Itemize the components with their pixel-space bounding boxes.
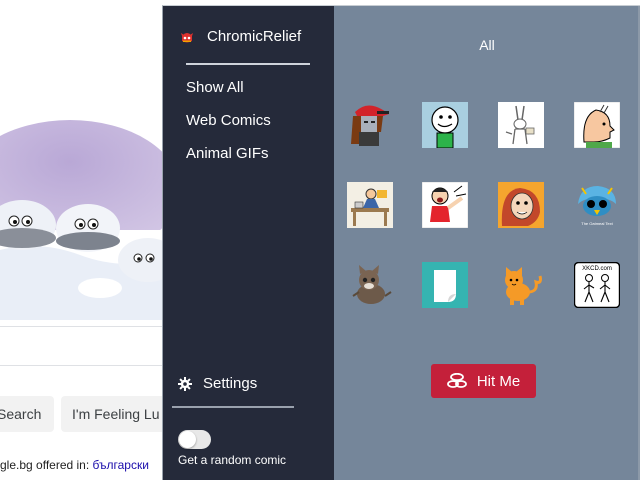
- gear-icon: [178, 376, 192, 391]
- language-link[interactable]: български: [93, 458, 149, 472]
- feeling-lucky-label: I'm Feeling Lu: [72, 406, 160, 422]
- google-search-button[interactable]: Search: [0, 396, 54, 432]
- offered-in-text: gle.bg offered in: български: [0, 458, 149, 472]
- oatmeal-caption: The Oatmeal Text: [581, 221, 613, 226]
- page-title: All: [479, 37, 495, 53]
- brand-logo-icon: [181, 32, 193, 42]
- red-hair-girl-icon: [498, 182, 544, 228]
- toggle-knob: [179, 431, 196, 448]
- desk-scene-icon: [347, 182, 393, 228]
- comic-orange-cat[interactable]: [498, 262, 544, 308]
- random-comic-toggle[interactable]: [178, 430, 211, 449]
- comic-teal-page[interactable]: [422, 262, 468, 308]
- brand-divider: [186, 63, 310, 65]
- comic-bunny-sketch[interactable]: [498, 102, 544, 148]
- nav-item-animal-gifs[interactable]: Animal GIFs: [186, 145, 269, 162]
- xkcd-icon: XKCD.com: [574, 262, 620, 308]
- google-search-input[interactable]: [0, 326, 168, 366]
- comic-red-hat-character[interactable]: [347, 102, 393, 148]
- brand: ChromicRelief: [179, 28, 301, 45]
- red-hat-character-icon: [351, 105, 389, 146]
- brand-name: ChromicRelief: [207, 28, 302, 45]
- comic-xkcd[interactable]: XKCD.com: [574, 262, 620, 308]
- comic-desk-scene[interactable]: [347, 182, 393, 228]
- comic-shouting-man[interactable]: [422, 182, 468, 228]
- settings-label: Settings: [203, 375, 258, 392]
- cyanide-happiness-icon: [422, 102, 468, 148]
- offered-in-label: gle.bg offered in:: [0, 458, 90, 472]
- settings-divider: [172, 406, 294, 408]
- bunny-sketch-icon: [498, 102, 544, 148]
- oatmeal-bird-icon: The Oatmeal Text: [578, 186, 616, 226]
- feeling-lucky-button[interactable]: I'm Feeling Lu: [61, 396, 171, 432]
- comic-stack-icon: [446, 373, 467, 388]
- random-comic-label: Get a random comic: [178, 453, 287, 467]
- settings-button[interactable]: Settings: [178, 375, 257, 392]
- shouting-man-icon: [422, 182, 468, 228]
- comic-cyanide-happiness[interactable]: [422, 102, 468, 148]
- kitten-icon: [352, 265, 392, 304]
- sidebar: ChromicRelief Show All Web Comics Animal…: [163, 6, 334, 480]
- nav-item-show-all[interactable]: Show All: [186, 79, 244, 96]
- nav-item-web-comics[interactable]: Web Comics: [186, 112, 271, 129]
- comic-red-hair-girl[interactable]: [498, 182, 544, 228]
- teal-page-icon: [422, 262, 468, 308]
- comic-oatmeal-bird[interactable]: The Oatmeal Text: [574, 182, 620, 228]
- bald-man-profile-icon: [574, 102, 620, 148]
- hit-me-label: Hit Me: [476, 372, 521, 390]
- chromic-relief-popup: ChromicRelief Show All Web Comics Animal…: [162, 5, 640, 480]
- hit-me-button[interactable]: Hit Me: [431, 364, 536, 398]
- orange-cat-icon: [505, 267, 542, 305]
- main-panel: All The Oatmeal Text XKCD.com Hit Me: [334, 6, 640, 480]
- comic-kitten[interactable]: [347, 262, 393, 308]
- xkcd-caption: XKCD.com: [582, 266, 612, 272]
- google-search-label: Search: [0, 406, 42, 422]
- comic-bald-man-profile[interactable]: [574, 102, 620, 148]
- snow-doodle-image: [0, 120, 163, 320]
